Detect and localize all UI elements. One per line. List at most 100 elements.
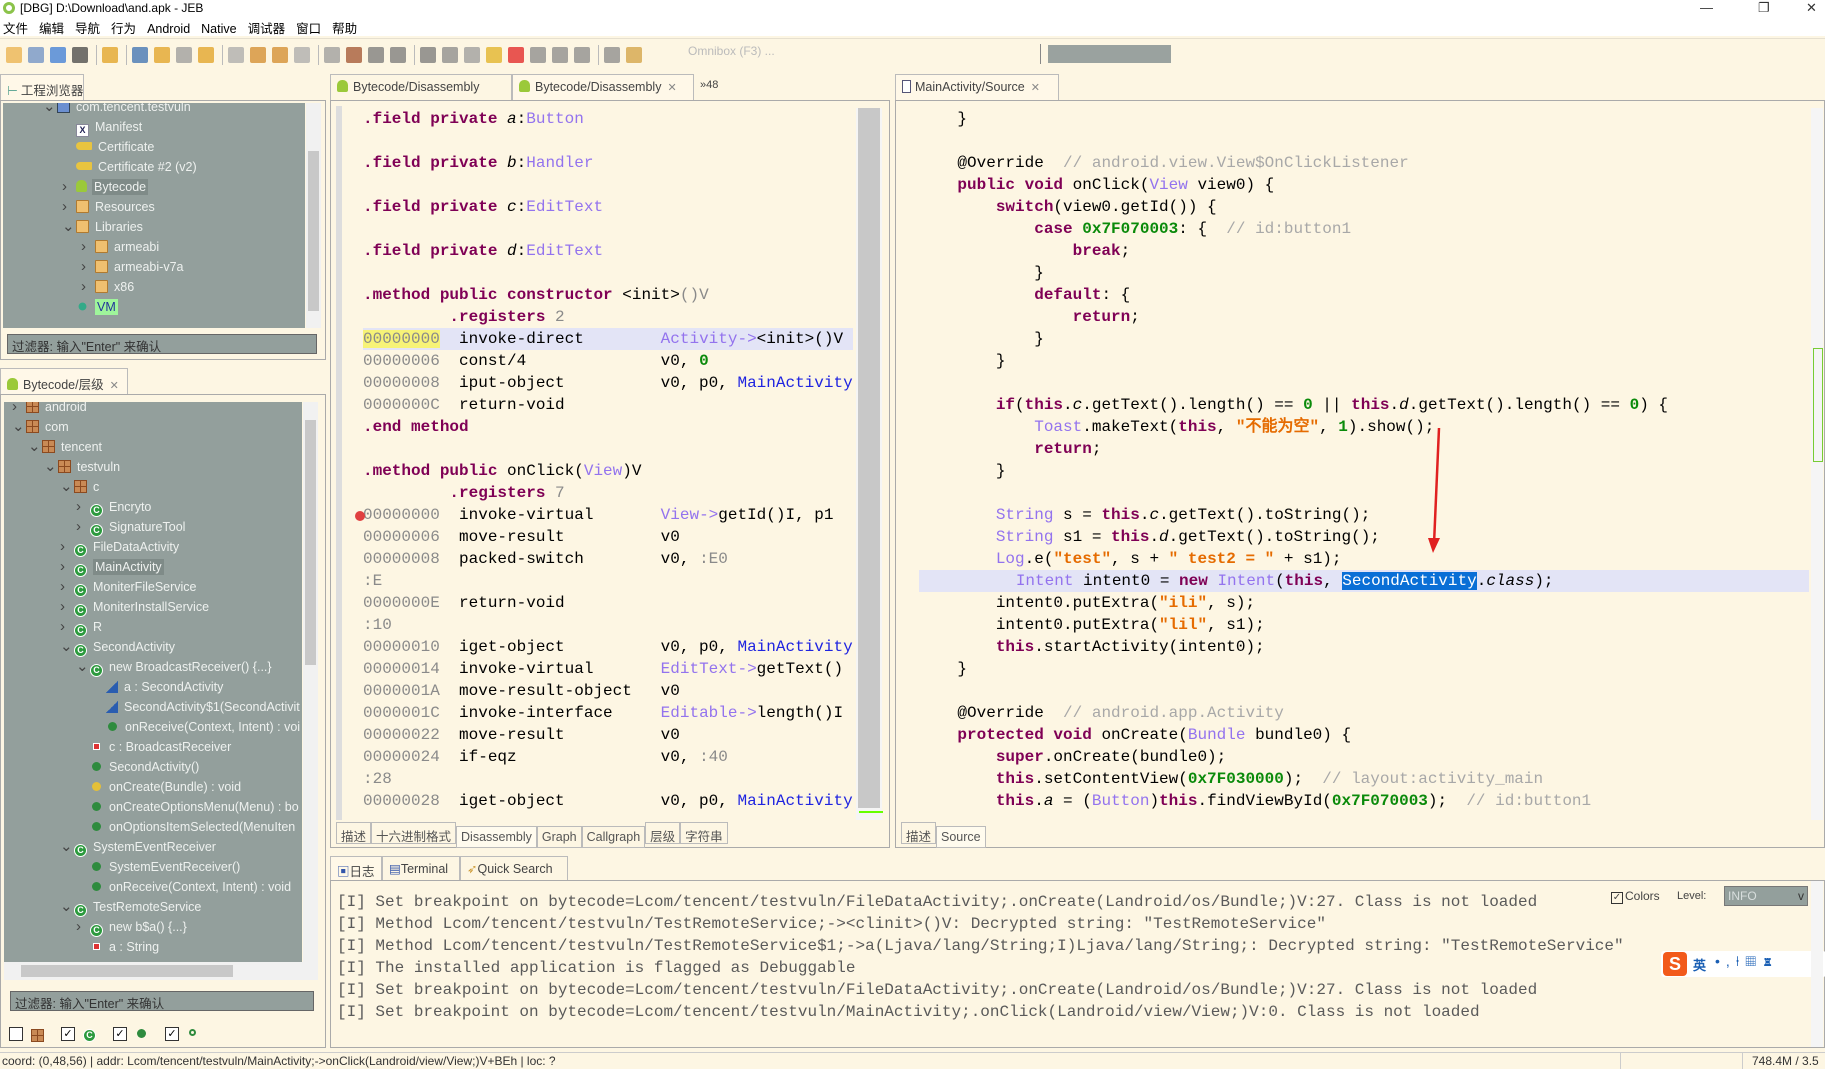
scroll-thumb[interactable]	[305, 420, 316, 665]
step-into-icon[interactable]	[530, 47, 546, 63]
ime-tool-icons[interactable]: •,⍿▦♜	[1715, 953, 1779, 970]
log-output[interactable]: [I] Set breakpoint on bytecode=Lcom/tenc…	[337, 891, 1767, 1041]
scroll-thumb[interactable]	[308, 151, 319, 311]
tree-item[interactable]: a : SecondActivity	[92, 677, 223, 697]
view-tab[interactable]: Callgraph	[581, 826, 646, 848]
project-tree-scrollbar[interactable]	[306, 103, 321, 328]
filter-checkbox[interactable]: ✓	[113, 1027, 127, 1041]
chevron-right-icon[interactable]: ›	[81, 277, 95, 297]
tree-item[interactable]: › x86	[81, 277, 134, 297]
chevron-down-icon[interactable]: ⌄	[62, 217, 76, 237]
chevron-down-icon[interactable]: ⌄	[60, 837, 74, 857]
ime-language[interactable]: 英	[1693, 955, 1706, 974]
tab-quick-search[interactable]: ➶Quick Search	[460, 856, 568, 880]
view-tab[interactable]: 描述	[901, 822, 937, 844]
forward-icon[interactable]	[228, 47, 244, 63]
chevron-right-icon[interactable]: ›	[60, 597, 74, 617]
bug-icon[interactable]	[442, 47, 458, 63]
view-tab[interactable]: 十六进制格式	[371, 822, 457, 844]
colors-checkbox[interactable]: ✓ Colors	[1611, 889, 1660, 904]
more-tabs-button[interactable]: »48	[694, 74, 724, 100]
chevron-right-icon[interactable]: ›	[62, 177, 76, 197]
menu-help[interactable]: 帮助	[329, 17, 365, 37]
menu-debugger[interactable]: 调试器	[245, 17, 294, 37]
menu-android[interactable]: Android	[144, 21, 198, 36]
run-icon[interactable]	[464, 47, 480, 63]
tree-item[interactable]: onReceive(Context, Intent) : void	[76, 877, 291, 897]
close-tab-icon[interactable]: ✕	[110, 380, 119, 392]
chevron-right-icon[interactable]: ›	[60, 537, 74, 557]
tree-item[interactable]: › armeabi-v7a	[81, 257, 183, 277]
tab-terminal[interactable]: ▤Terminal	[382, 856, 460, 880]
chevron-right-icon[interactable]: ›	[60, 617, 74, 637]
tree-item[interactable]: ⌄ Cnew BroadcastReceiver() {...}	[76, 657, 272, 677]
filter-checkbox[interactable]: ✓	[61, 1027, 75, 1041]
close-button[interactable]: ✕	[1806, 0, 1817, 16]
tree-item[interactable]: ⌄ com	[12, 417, 69, 437]
tree-item[interactable]: VM	[62, 297, 118, 317]
ime-toolbar[interactable]: S 英 •,⍿▦♜	[1661, 951, 1825, 977]
tree-item[interactable]: › android	[12, 402, 87, 417]
tree-item[interactable]: › C MoniterFileService	[60, 577, 197, 597]
hierarchy-filter-input[interactable]: 过滤器: 输入"Enter" 来确认	[10, 991, 314, 1011]
tree-item[interactable]: ⌄ C SecondActivity	[60, 637, 175, 657]
scroll-thumb[interactable]	[858, 108, 880, 808]
tree-item[interactable]: ⌄ testvuln	[44, 457, 120, 477]
tree-item[interactable]: › Cnew b$a() {...}	[76, 917, 187, 937]
tree-item[interactable]: › C R	[60, 617, 102, 637]
chevron-down-icon[interactable]: ⌄	[43, 103, 57, 117]
import-icon[interactable]	[154, 47, 170, 63]
close-tab-icon[interactable]: ✕	[1031, 82, 1040, 94]
menu-action[interactable]: 行为	[108, 17, 144, 37]
nodes-icon[interactable]	[390, 47, 406, 63]
chevron-right-icon[interactable]: ›	[76, 517, 90, 537]
rocket-icon[interactable]	[626, 47, 642, 63]
tree-item[interactable]: onCreateOptionsMenu(Menu) : bo	[76, 797, 299, 817]
refresh-icon[interactable]	[250, 47, 266, 63]
tab-disassembly-1[interactable]: Bytecode/Disassembly	[330, 74, 512, 100]
chevron-down-icon[interactable]: ⌄	[60, 897, 74, 917]
doc-icon[interactable]	[324, 47, 340, 63]
filter-checkbox[interactable]: ✓	[165, 1027, 179, 1041]
maximize-button[interactable]: ❐	[1758, 0, 1770, 16]
project-filter-input[interactable]: 过滤器: 输入"Enter" 来确认	[7, 334, 317, 354]
breakpoint-icon[interactable]	[355, 511, 365, 521]
tree-item[interactable]: onCreate(Bundle) : void	[76, 777, 241, 797]
console-scrollbar[interactable]	[1811, 881, 1823, 1047]
tree-item[interactable]: › C MainActivity	[60, 557, 164, 577]
chevron-down-icon[interactable]: ⌄	[28, 437, 42, 457]
back-icon[interactable]	[198, 47, 214, 63]
pause-icon[interactable]	[486, 47, 502, 63]
tab-log[interactable]: ▣日志	[330, 856, 382, 880]
tree-item[interactable]: ⌄ Libraries	[62, 217, 143, 237]
comment-icon[interactable]	[272, 47, 288, 63]
stop-icon[interactable]	[508, 47, 524, 63]
chevron-down-icon[interactable]: ⌄	[44, 457, 58, 477]
tree-item[interactable]: › Bytecode	[62, 177, 149, 197]
tree-item[interactable]: SecondActivity()	[76, 757, 199, 777]
graph-icon[interactable]	[368, 47, 384, 63]
lock-icon[interactable]	[102, 47, 118, 63]
menu-window[interactable]: 窗口	[293, 17, 329, 37]
tree-item[interactable]: ⌄ com.tencent.testvuln	[43, 103, 191, 117]
tree-item[interactable]: c : BroadcastReceiver	[76, 737, 231, 757]
tree-item[interactable]: X Manifest	[62, 117, 142, 137]
tree-item[interactable]: › armeabi	[81, 237, 159, 257]
menu-edit[interactable]: 编辑	[36, 17, 72, 37]
chevron-down-icon[interactable]: ⌄	[12, 417, 26, 437]
chevron-right-icon[interactable]: ›	[76, 497, 90, 517]
minimize-button[interactable]: —	[1700, 0, 1713, 15]
chevron-right-icon[interactable]: ›	[60, 557, 74, 577]
source-scrollbar[interactable]	[1811, 108, 1823, 820]
tree-item[interactable]: Certificate #2 (v2)	[62, 157, 197, 177]
tree-item[interactable]: ⌄ tencent	[28, 437, 102, 457]
source-code[interactable]: } @Override // android.view.View$OnClick…	[899, 108, 1809, 820]
scroll-thumb[interactable]	[21, 965, 233, 977]
open-icon[interactable]	[6, 47, 22, 63]
filter-checkbox[interactable]	[9, 1027, 23, 1041]
wrench-icon[interactable]	[50, 47, 66, 63]
menu-file[interactable]: 文件	[0, 17, 36, 37]
tree-item[interactable]: ⌄ C TestRemoteService	[60, 897, 201, 917]
tree-item[interactable]: › Resources	[62, 197, 155, 217]
package-icon[interactable]	[346, 47, 362, 63]
